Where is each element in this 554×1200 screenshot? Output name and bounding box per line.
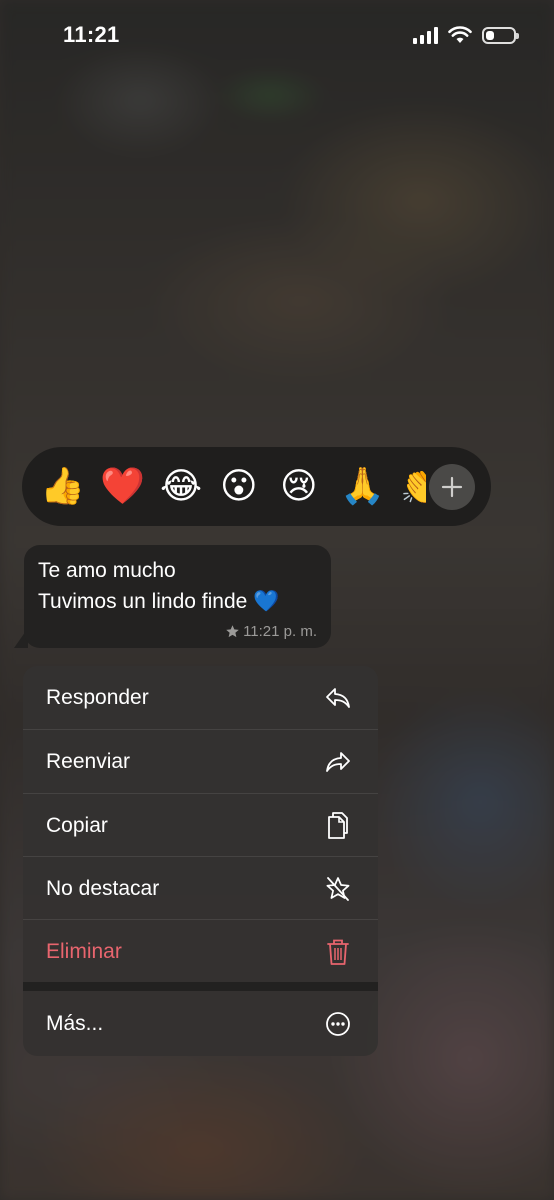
status-time: 11:21 [63, 22, 120, 47]
more-icon [324, 1010, 352, 1038]
menu-item-more-label: Más... [46, 1011, 104, 1035]
forward-icon [324, 748, 352, 776]
signal-bars-icon [413, 26, 438, 44]
menu-item-copy-label: Copiar [46, 813, 108, 837]
menu-item-more[interactable]: Más... [23, 992, 378, 1055]
copy-icon [324, 811, 352, 840]
message-time: 11:21 p. m. [243, 623, 317, 640]
plus-icon [441, 476, 463, 498]
status-icons [413, 26, 519, 44]
unstar-icon [324, 875, 352, 903]
message-bubble[interactable]: Te amo mucho Tuvimos un lindo finde 💙 11… [24, 545, 331, 648]
menu-item-forward[interactable]: Reenviar [23, 730, 378, 793]
menu-item-unstar-label: No destacar [46, 876, 160, 900]
message-line-2: Tuvimos un lindo finde 💙 [38, 590, 280, 613]
wifi-icon [448, 26, 472, 43]
add-reaction-button[interactable] [429, 464, 475, 510]
reactions-bar: 👍 ❤️ 😂 😮 😢 🙏 👏 [22, 447, 491, 526]
battery-icon [482, 26, 519, 44]
menu-item-delete[interactable]: Eliminar [23, 920, 378, 983]
menu-item-copy[interactable]: Copiar [23, 794, 378, 857]
message-line-1: Te amo mucho [38, 559, 176, 582]
menu-item-delete-label: Eliminar [46, 939, 122, 963]
message-meta: 11:21 p. m. [225, 623, 317, 640]
reaction-crying[interactable]: 😢 [280, 468, 340, 505]
battery-level [486, 30, 494, 40]
reaction-clapping[interactable]: 👏 [400, 469, 426, 505]
reaction-praying[interactable]: 🙏 [340, 468, 400, 505]
menu-item-forward-label: Reenviar [46, 749, 131, 773]
reaction-surprised[interactable]: 😮 [220, 468, 280, 505]
star-icon [226, 625, 239, 638]
menu-item-reply-label: Responder [46, 685, 149, 709]
menu-item-reply[interactable]: Responder [23, 666, 378, 729]
trash-icon [324, 938, 352, 966]
reply-icon [324, 684, 352, 712]
context-menu: Responder Reenviar Copiar No destacar El… [23, 666, 378, 1056]
menu-group-separator [23, 982, 378, 991]
reaction-heart[interactable]: ❤️ [100, 468, 160, 505]
reaction-thumbs-up[interactable]: 👍 [40, 468, 100, 505]
menu-item-unstar[interactable]: No destacar [23, 857, 378, 920]
reaction-laughing[interactable]: 😂 [160, 468, 220, 505]
